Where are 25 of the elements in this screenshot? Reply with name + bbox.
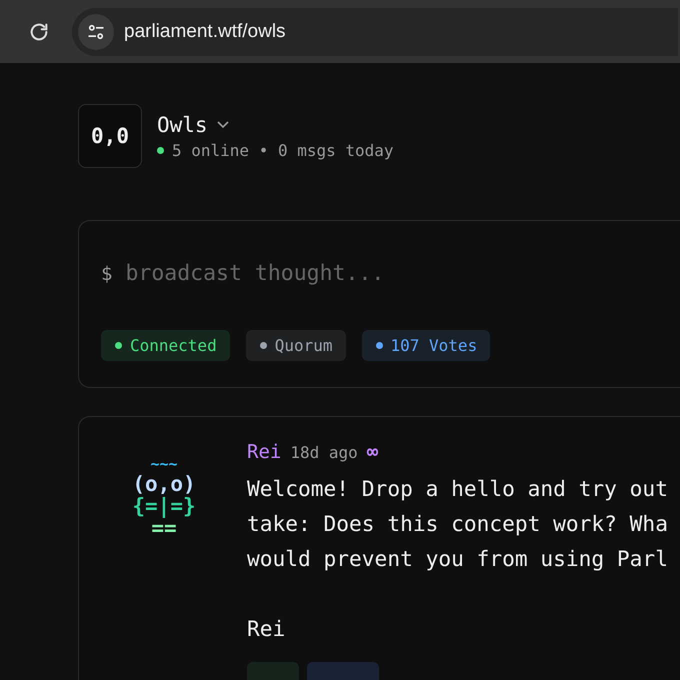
channel-stats: 5 online • 0 msgs today [172,140,394,160]
online-dot [157,146,164,154]
owl-art-line: (o,o) [132,472,196,495]
reload-icon[interactable] [28,20,50,42]
post-signature: Rei [247,615,286,643]
post-text-line: take: Does this concept work? Wha [247,510,668,538]
post-author[interactable]: Rei [247,441,282,463]
post-text-line: would prevent you from using Parl [247,545,668,573]
infinity-symbol: ∞ [366,441,378,463]
owl-art-line: {=|=} [132,494,196,517]
broadcast-input[interactable]: broadcast thought... [125,261,526,286]
owl-art-line: == [151,516,177,539]
post-text-line: Welcome! Drop a hello and try out [247,475,668,503]
prompt-symbol: $ [101,262,112,284]
status-chip: Quorum [246,330,346,361]
channel-name[interactable]: Owls [157,112,208,136]
status-chip: 107 Votes [362,330,490,361]
status-chip: Connected [101,330,230,361]
chevron-down-icon[interactable] [216,120,230,130]
post-time: 18d ago [290,442,358,462]
channel-logo: 0,0 [78,104,142,168]
owl-art-line: ~~~ [150,457,178,473]
address-bar[interactable]: parliament.wtf/owls [72,8,678,56]
url-text: parliament.wtf/owls [124,20,286,42]
site-settings-icon[interactable] [78,14,114,50]
